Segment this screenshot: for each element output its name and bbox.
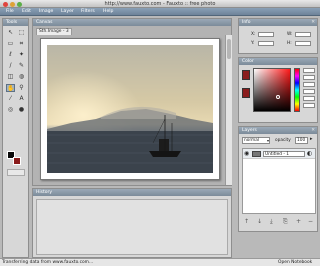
layers-panel-header: Layers ✕ — [239, 127, 317, 134]
color-panel-title: Color — [242, 59, 254, 64]
hand-icon[interactable]: ✋ — [6, 84, 15, 92]
h-field — [295, 41, 311, 46]
y-label: Y: — [251, 41, 255, 46]
status-bar: Transferring data from www.fauxto.com...… — [0, 258, 320, 266]
opacity-input[interactable]: 100 — [295, 137, 308, 144]
layer-thumbnail — [252, 151, 261, 157]
info-close-icon[interactable]: ✕ — [311, 19, 315, 26]
move-layer-down-icon[interactable]: ↓ — [257, 218, 262, 225]
merge-layer-icon[interactable]: ⤓ — [270, 218, 273, 226]
history-panel-header: History — [33, 189, 231, 196]
pencil-icon[interactable]: ✎ — [17, 62, 26, 70]
layer-row[interactable]: ◉ Untitled - 1 ◐ — [243, 149, 315, 159]
color-picker-handle[interactable] — [276, 95, 280, 99]
info-panel-header: Info ✕ — [239, 19, 317, 26]
scroll-thumb[interactable] — [227, 39, 231, 59]
history-panel-title: History — [36, 190, 53, 195]
menu-layer[interactable]: Layer — [61, 9, 74, 14]
add-layer-icon[interactable]: + — [296, 218, 301, 225]
clone-icon[interactable]: ◎ — [6, 106, 15, 114]
window-title: http://www.fauxto.com - Fauxto :: free p… — [104, 1, 216, 7]
menu-bar: File Edit Image Layer Filters Help — [0, 8, 320, 16]
open-notebook-link[interactable]: Open Notebook — [278, 259, 312, 266]
fill-icon[interactable]: ◍ — [17, 73, 26, 81]
text-icon[interactable]: A — [17, 95, 26, 103]
w-label: W: — [287, 32, 293, 37]
blend-mode-select[interactable]: normal ▾ — [242, 137, 270, 144]
blend-mode-value: normal — [244, 138, 260, 143]
photo-image — [47, 45, 213, 173]
info-panel: Info ✕ X: W: Y: H: — [238, 18, 318, 54]
vertical-scrollbar[interactable] — [225, 35, 232, 185]
w-field — [295, 32, 311, 37]
layers-panel-title: Layers — [242, 128, 257, 133]
history-list[interactable] — [36, 199, 228, 255]
info-panel-title: Info — [242, 20, 251, 25]
mode-toggle[interactable] — [7, 169, 25, 176]
brush-icon[interactable]: / — [6, 62, 15, 70]
eye-icon[interactable]: ◉ — [244, 150, 249, 157]
layers-close-icon[interactable]: ✕ — [311, 127, 315, 134]
move-icon[interactable]: ↖ — [6, 29, 15, 37]
canvas-panel: Canvas Sth.Image - 3 — [32, 18, 232, 186]
opacity-arrow-icon[interactable]: ▸ — [310, 136, 313, 142]
move-layer-up-icon[interactable]: ↑ — [244, 218, 249, 225]
layers-list: ◉ Untitled - 1 ◐ — [242, 148, 316, 214]
hue-slider[interactable] — [294, 68, 300, 112]
current-color-swatch[interactable] — [242, 70, 250, 80]
duplicate-layer-icon[interactable]: ⎘ — [283, 218, 288, 226]
opacity-label: opacity — [275, 138, 291, 143]
color-panel: Color — [238, 57, 318, 123]
menu-file[interactable]: File — [6, 9, 14, 14]
x-label: X: — [251, 32, 256, 37]
eraser-icon[interactable]: ◫ — [6, 73, 15, 81]
zoom-icon[interactable]: ⚲ — [17, 84, 26, 92]
delete-layer-icon[interactable]: − — [308, 218, 313, 225]
layer-name-field[interactable]: Untitled - 1 — [263, 151, 305, 157]
lasso-icon[interactable]: ℓ — [6, 51, 15, 59]
color-panel-header: Color — [239, 58, 317, 65]
marquee-icon[interactable]: ⬚ — [17, 29, 26, 37]
canvas-panel-header: Canvas — [33, 19, 231, 26]
background-color-swatch[interactable] — [13, 157, 21, 165]
chevron-down-icon: ▾ — [266, 138, 269, 143]
menu-help[interactable]: Help — [103, 9, 113, 14]
canvas-panel-title: Canvas — [36, 20, 53, 25]
menu-filters[interactable]: Filters — [81, 9, 95, 14]
tools-panel-header: Tools — [3, 19, 28, 26]
y-field — [258, 41, 274, 46]
saturation-field[interactable] — [253, 68, 291, 112]
status-message: Transferring data from www.fauxto.com... — [2, 260, 94, 265]
menu-edit[interactable]: Edit — [22, 9, 31, 14]
window-titlebar: http://www.fauxto.com - Fauxto :: free p… — [0, 0, 320, 8]
document-tab[interactable]: Sth.Image - 3 — [36, 28, 72, 35]
crop-icon[interactable]: ⌗ — [17, 40, 26, 48]
x-field — [258, 32, 274, 37]
layers-panel: Layers ✕ normal ▾ opacity 100 ▸ ◉ Untitled… — [238, 126, 318, 232]
tools-panel: Tools ↖ ⬚ ▭ ⌗ ℓ ✦ / ✎ ◫ ◍ ✋ ⚲ ⁄ A ◎ ● — [2, 18, 29, 258]
rect-select-icon[interactable]: ▭ — [6, 40, 15, 48]
eyedropper-icon[interactable]: ⁄ — [6, 95, 15, 103]
tools-panel-title: Tools — [6, 20, 18, 25]
channel-values — [303, 68, 315, 112]
lock-icon[interactable]: ◐ — [307, 150, 312, 157]
previous-color-swatch[interactable] — [242, 88, 250, 98]
shape-icon[interactable]: ● — [17, 106, 26, 114]
document-canvas[interactable] — [40, 38, 220, 180]
menu-image[interactable]: Image — [39, 9, 53, 14]
h-label: H: — [287, 41, 292, 46]
history-panel: History — [32, 188, 232, 258]
wand-icon[interactable]: ✦ — [17, 51, 26, 59]
